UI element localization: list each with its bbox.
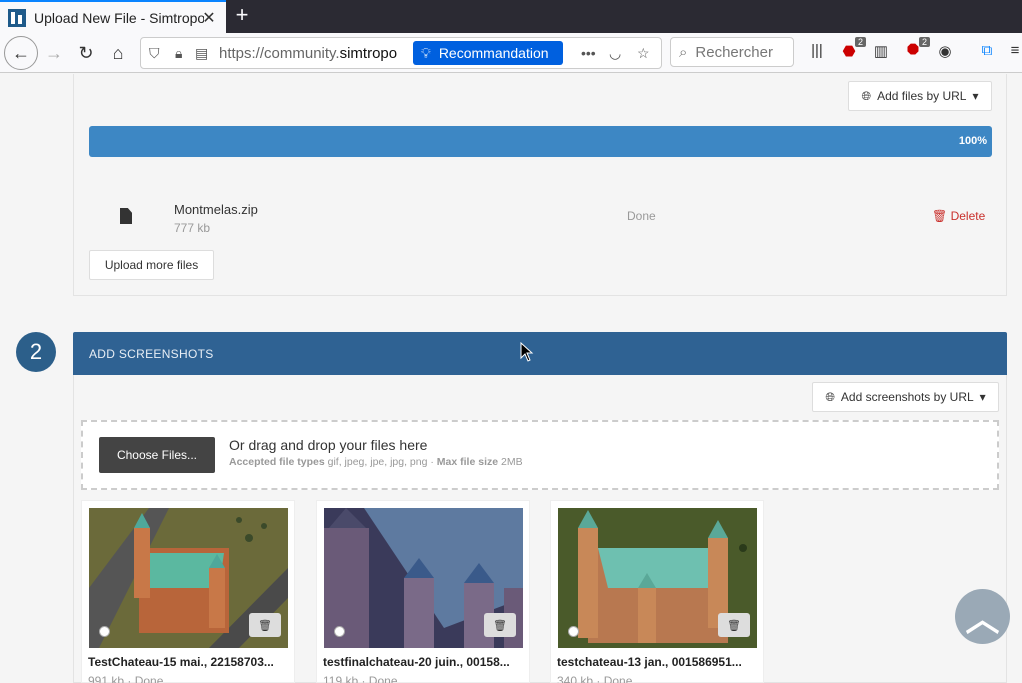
screenshot-name: TestChateau-15 mai., 22158703... (88, 655, 274, 669)
navigation-bar: ← → ↻ ⌂ ⛉ 🔒︎ ▤ https://community.simtrop… (0, 33, 1022, 73)
screenshot-meta: 119 kb · Done (323, 674, 398, 683)
home-button[interactable]: ⌂ (104, 39, 132, 67)
screenshot-thumbnail[interactable]: 🗑︎ (89, 508, 288, 648)
shield-icon[interactable]: ⛉ (149, 45, 160, 62)
globe-icon: 🌐︎ (861, 88, 872, 103)
trash-icon: 🗑︎ (493, 619, 507, 632)
chevron-up-icon: ︿ (965, 601, 1000, 639)
url-bar[interactable]: ⛉ 🔒︎ ▤ https://community.simtropo 💡︎ Rec… (140, 37, 662, 69)
screenshot-card: 🗑︎ TestChateau-15 mai., 22158703... 991 … (81, 500, 295, 683)
add-screenshots-by-url-button[interactable]: 🌐︎ Add screenshots by URL ▾ (812, 382, 999, 412)
screenshot-meta: 991 kb · Done (88, 674, 164, 683)
account-icon[interactable]: ◉ (934, 42, 956, 60)
drop-instructions: Or drag and drop your files here (229, 437, 428, 453)
simtropolis-favicon-icon (8, 8, 26, 27)
file-size: 777 kb (174, 221, 211, 235)
ublock-icon[interactable]: ⬣ 2 (838, 37, 866, 60)
globe-icon: 🌐︎ (825, 389, 835, 404)
screenshot-meta: 340 kb · Done (557, 674, 633, 683)
screenshot-thumbnail[interactable]: 🗑︎ (324, 508, 523, 648)
lock-icon[interactable]: 🔒︎ (175, 45, 182, 62)
search-icon: ⌕ (679, 43, 688, 61)
bookmark-star-icon[interactable]: ☆ (637, 45, 650, 62)
permissions-icon[interactable]: ▤ (195, 45, 208, 62)
screenshot-name: testfinalchateau-20 juin., 00158... (323, 655, 510, 669)
screenshot-thumbnail[interactable]: 🗑︎ (558, 508, 757, 648)
delete-screenshot-button[interactable]: 🗑︎ (249, 613, 281, 637)
menu-icon[interactable]: ≡ (1004, 42, 1022, 59)
caret-down-icon: ▾ (979, 390, 986, 404)
forward-button[interactable]: → (40, 39, 68, 67)
screenshots-section-header: ADD SCREENSHOTS (73, 332, 1007, 375)
tab-title: Upload New File - Simtropolis (34, 9, 204, 26)
trash-icon: 🗑︎ (258, 619, 272, 632)
delete-screenshot-button[interactable]: 🗑︎ (718, 613, 750, 637)
sidebar-icon[interactable]: ▥ (870, 42, 892, 60)
pocket-icon[interactable]: ◡ (609, 45, 621, 62)
extensions-icon[interactable]: ⧉ (976, 42, 998, 59)
scroll-to-top-button[interactable]: ︿ (955, 589, 1010, 644)
back-button[interactable]: ← (4, 36, 38, 70)
close-tab-icon[interactable]: ✕ (200, 8, 218, 28)
search-input[interactable]: ⌕ Rechercher (670, 37, 794, 67)
caret-down-icon: ▾ (972, 89, 979, 103)
browser-tab[interactable]: Upload New File - Simtropolis ✕ (0, 0, 226, 33)
progress-label: 100% (958, 135, 987, 147)
lightbulb-icon: 💡︎ (421, 44, 431, 61)
delete-screenshot-button[interactable]: 🗑︎ (484, 613, 516, 637)
primary-image-radio[interactable] (99, 626, 110, 637)
upload-progress-bar: 100% (89, 126, 992, 157)
section-title: ADD SCREENSHOTS (89, 347, 214, 361)
add-files-by-url-button[interactable]: 🌐︎ Add files by URL ▾ (848, 81, 992, 111)
screenshot-card: 🗑︎ testfinalchateau-20 juin., 00158... 1… (316, 500, 530, 683)
new-tab-icon[interactable]: + (232, 2, 252, 28)
library-icon[interactable]: ||| (806, 42, 828, 59)
upload-more-files-button[interactable]: Upload more files (89, 250, 214, 280)
tab-bar: Upload New File - Simtropolis ✕ + (0, 0, 1022, 33)
step-number: 2 (16, 332, 56, 372)
adblock-plus-icon[interactable]: ⯃ 2 (902, 37, 930, 59)
reload-button[interactable]: ↻ (72, 39, 100, 67)
mouse-cursor-icon (520, 342, 534, 362)
trash-icon: 🗑︎ (727, 619, 741, 632)
choose-files-button[interactable]: Choose Files... (99, 437, 215, 473)
primary-image-radio[interactable] (334, 626, 345, 637)
url-text[interactable]: https://community.simtropo (219, 45, 409, 62)
recommendation-button[interactable]: 💡︎ Recommandation (413, 41, 563, 65)
file-name: Montmelas.zip (174, 202, 258, 217)
accepted-file-info: Accepted file types gif, jpeg, jpe, jpg,… (229, 456, 523, 468)
more-actions-icon[interactable]: ••• (581, 45, 596, 61)
delete-file-button[interactable]: 🗑︎ Delete (932, 209, 985, 223)
screenshot-name: testchateau-13 jan., 001586951... (557, 655, 742, 669)
trash-icon: 🗑︎ (932, 209, 948, 223)
file-drop-zone[interactable] (81, 420, 999, 490)
primary-image-radio[interactable] (568, 626, 579, 637)
file-status: Done (627, 209, 656, 223)
screenshot-card: 🗑︎ testchateau-13 jan., 001586951... 340… (550, 500, 764, 683)
